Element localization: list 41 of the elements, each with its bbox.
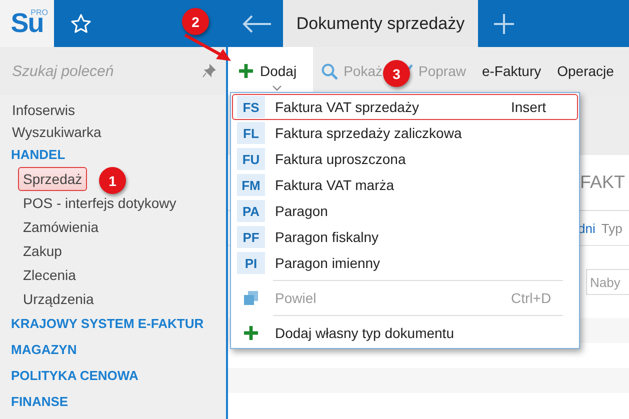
add-tab-icon[interactable]: [493, 12, 515, 34]
code-badge: PA: [237, 200, 265, 222]
sidebar-item[interactable]: Infoserwis: [7, 99, 80, 121]
toolbar-button[interactable]: Operacje: [549, 47, 622, 95]
toolbar-button[interactable]: e-Faktury: [474, 47, 550, 95]
plus-icon: [238, 63, 254, 79]
tab-label[interactable]: FAKT: [580, 172, 626, 193]
pin-icon[interactable]: [202, 64, 216, 78]
star-icon[interactable]: [70, 12, 92, 34]
column-label: Typ: [601, 220, 622, 236]
pointer-arrow: [183, 33, 233, 63]
copy-icon: [243, 290, 259, 306]
sidebar-item[interactable]: Urządzenia: [18, 287, 99, 311]
sidebar-item[interactable]: POS - interfejs dotykowy: [18, 191, 182, 215]
code-badge: FS: [237, 96, 265, 118]
search-field[interactable]: Szukaj poleceń: [10, 62, 202, 80]
app-logo: SuPRO: [0, 0, 54, 47]
sidebar-item[interactable]: Zlecenia: [18, 263, 81, 287]
sidebar-item[interactable]: Zakup: [18, 239, 67, 263]
tab[interactable]: Dokumenty sprzedaży: [283, 0, 478, 47]
sidebar-item[interactable]: Zamówienia: [18, 215, 104, 239]
code-badge: FM: [237, 174, 265, 196]
section-heading[interactable]: HANDEL: [11, 143, 66, 167]
section-heading[interactable]: FINANSE: [11, 389, 68, 415]
code-badge: FL: [237, 122, 265, 144]
back-arrow-icon[interactable]: [242, 14, 272, 34]
pro-label: PRO: [30, 8, 48, 17]
code-badge: FU: [237, 148, 265, 170]
input-field[interactable]: Naby: [586, 269, 629, 295]
section-heading[interactable]: KRAJOWY SYSTEM E-FAKTUR: [11, 311, 204, 337]
code-badge: PF: [237, 226, 265, 248]
sidebar-item[interactable]: Wyszukiwarka: [7, 121, 106, 143]
search-icon: [320, 62, 338, 80]
sidebar-item[interactable]: Sprzedaż: [18, 167, 88, 191]
plus-icon: [243, 325, 259, 341]
code-badge: PI: [237, 252, 265, 274]
caret-icon: [272, 85, 282, 91]
section-heading[interactable]: POLITYKA CENOWA: [11, 363, 138, 389]
toolbar-button[interactable]: Dodaj: [228, 47, 313, 95]
menu-item[interactable]: FS Faktura VAT sprzedaży Insert: [232, 94, 578, 120]
section-heading[interactable]: MAGAZYN: [11, 337, 77, 363]
